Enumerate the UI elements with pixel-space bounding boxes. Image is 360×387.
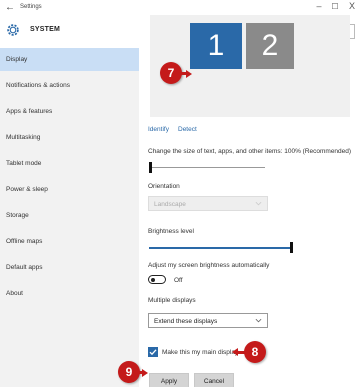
minimize-button[interactable]: – (312, 1, 326, 11)
checkmark-icon (149, 349, 157, 356)
sidebar-item-label: About (6, 290, 23, 297)
scale-label: Change the size of text, apps, and other… (148, 148, 352, 155)
orientation-value: Landscape (154, 201, 186, 208)
callout-arrowhead (186, 69, 192, 78)
sidebar-item-power-sleep[interactable]: Power & sleep (0, 178, 139, 201)
maximize-button[interactable]: ☐ (328, 2, 342, 11)
auto-brightness-toggle[interactable] (148, 275, 166, 284)
multiple-displays-value: Extend these displays (154, 318, 218, 325)
back-arrow-icon[interactable]: ← (5, 2, 15, 13)
orientation-label: Orientation (148, 183, 180, 190)
identify-link[interactable]: Identify (148, 126, 169, 133)
sidebar-item-label: Default apps (6, 264, 43, 271)
page-title: SYSTEM (30, 26, 60, 33)
sidebar-item-apps[interactable]: Apps & features (0, 100, 139, 123)
apply-button-label: Apply (160, 378, 178, 385)
sidebar-item-display[interactable]: Display (0, 48, 139, 71)
brightness-label: Brightness level (148, 228, 194, 235)
chevron-down-icon (255, 201, 262, 206)
sidebar-item-label: Storage (6, 212, 29, 219)
multiple-displays-dropdown[interactable]: Extend these displays (148, 313, 268, 328)
auto-brightness-label: Adjust my screen brightness automaticall… (148, 262, 270, 269)
sidebar-item-multitasking[interactable]: Multitasking (0, 126, 139, 149)
sidebar-item-label: Tablet mode (6, 160, 42, 167)
sidebar-item-label: Apps & features (6, 108, 53, 115)
apply-button[interactable]: Apply (149, 373, 189, 387)
sidebar: Display Notifications & actions Apps & f… (0, 48, 139, 387)
sidebar-item-notifications[interactable]: Notifications & actions (0, 74, 139, 97)
toggle-knob (151, 277, 155, 282)
sidebar-item-tablet-mode[interactable]: Tablet mode (0, 152, 139, 175)
sidebar-item-about[interactable]: About (0, 282, 139, 305)
callout-7: 7 (160, 62, 182, 84)
main-display-label: Make this my main display (162, 349, 239, 356)
monitor-number: 2 (261, 29, 279, 62)
sidebar-item-storage[interactable]: Storage (0, 204, 139, 227)
callout-8: 8 (244, 341, 266, 363)
close-button[interactable]: X (345, 1, 359, 11)
sidebar-item-label: Offline maps (6, 238, 43, 245)
window-title: Settings (20, 4, 42, 10)
scale-slider-track (149, 167, 265, 168)
sidebar-item-label: Multitasking (6, 134, 41, 141)
brightness-slider-thumb[interactable] (290, 242, 293, 253)
multiple-displays-label: Multiple displays (148, 297, 196, 304)
monitor-number: 1 (207, 29, 225, 62)
cancel-button[interactable]: Cancel (194, 373, 234, 387)
auto-brightness-state: Off (174, 277, 183, 284)
cancel-button-label: Cancel (203, 378, 225, 385)
chevron-down-icon (255, 318, 262, 323)
sidebar-item-label: Display (6, 56, 28, 63)
main-display-checkbox[interactable] (148, 347, 158, 357)
sidebar-item-label: Notifications & actions (6, 82, 70, 89)
sidebar-item-offline-maps[interactable]: Offline maps (0, 230, 139, 253)
orientation-dropdown: Landscape (148, 196, 268, 211)
gear-icon (7, 24, 19, 36)
scale-slider-thumb[interactable] (149, 162, 152, 173)
callout-arrowhead (142, 368, 148, 377)
callout-9: 9 (118, 361, 140, 383)
detect-link[interactable]: Detect (178, 126, 197, 133)
monitor-2[interactable]: 2 (246, 23, 294, 69)
brightness-slider-track (149, 247, 290, 249)
sidebar-item-label: Power & sleep (6, 186, 48, 193)
sidebar-item-default-apps[interactable]: Default apps (0, 256, 139, 279)
monitor-1[interactable]: 1 (190, 23, 242, 69)
